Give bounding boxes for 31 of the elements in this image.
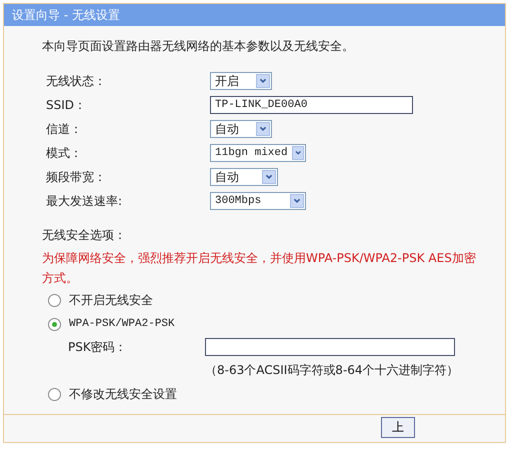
radio-label: 不开启无线安全 (69, 292, 153, 308)
hint-text: （8-63个ACSII码字符或8-64个十六进制字符） (204, 362, 460, 379)
field-label: 模式： (46, 144, 83, 162)
intro-text: 本向导页面设置路由器无线网络的基本参数以及无线安全。 (42, 38, 355, 55)
chevron-down-icon (256, 122, 270, 136)
radio-button[interactable] (48, 388, 61, 400)
dropdown[interactable]: 自动 (210, 120, 272, 138)
back-button[interactable]: 上 (381, 416, 415, 438)
field-label: PSK密码： (68, 338, 128, 356)
field-label: SSID： (46, 96, 88, 114)
field-label: 频段带宽： (46, 168, 107, 186)
dropdown[interactable]: 11bgn mixed (210, 144, 306, 162)
radio-label: 不修改无线安全设置 (69, 386, 177, 402)
window-title: 设置向导 - 无线设置 (4, 4, 505, 26)
radio-button[interactable] (48, 294, 61, 306)
chevron-down-icon (292, 146, 304, 160)
dropdown[interactable]: 开启 (210, 72, 272, 90)
chevron-down-icon (262, 170, 276, 184)
field-label: 最大发送速率: (46, 192, 124, 210)
password-field[interactable] (205, 338, 455, 356)
dropdown[interactable]: 300Mbps (210, 192, 306, 210)
radio-button[interactable] (48, 318, 61, 330)
input-field[interactable]: TP-LINK_DE00A0 (210, 96, 413, 114)
chevron-down-icon (256, 74, 270, 88)
section-heading: 无线安全选项： (42, 227, 127, 244)
warning-text: 为保障网络安全，强烈推荐开启无线安全，并使用WPA-PSK/WPA2-PSK AES加密方式。 (42, 250, 477, 287)
chevron-down-icon (290, 194, 304, 208)
radio-label: WPA-PSK/WPA2-PSK (69, 318, 175, 330)
field-label: 无线状态： (46, 72, 107, 90)
dropdown[interactable]: 自动 (210, 168, 278, 186)
field-label: 信道： (46, 120, 83, 138)
